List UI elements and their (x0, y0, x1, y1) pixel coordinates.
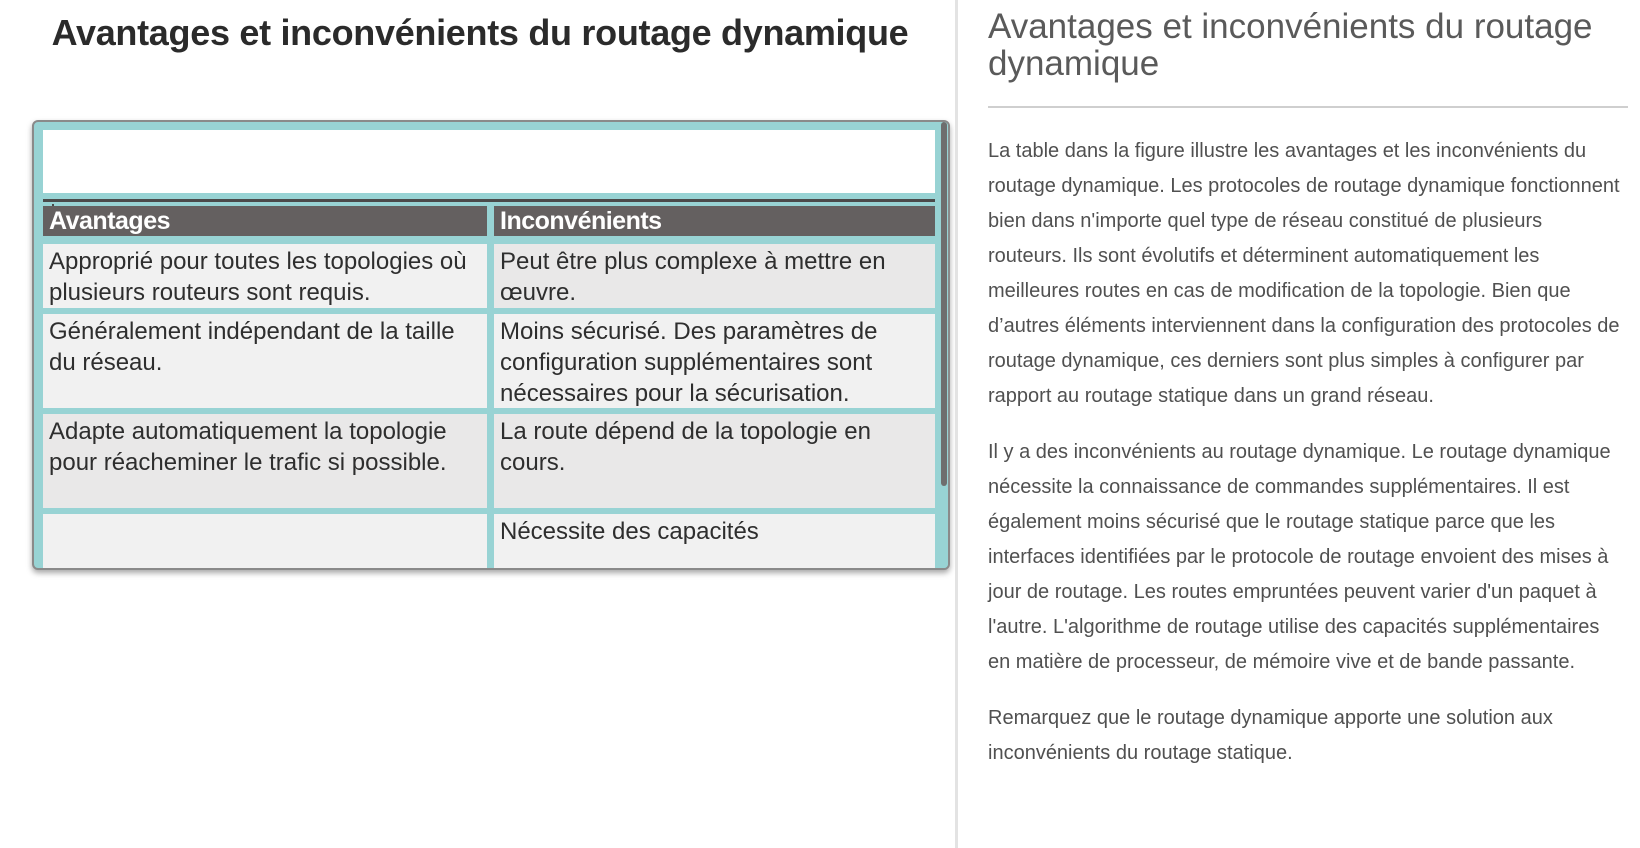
reader-paragraph-3: Remarquez que le routage dynamique appor… (988, 707, 1553, 764)
reader-title-rule (988, 106, 1628, 108)
reader-paragraph-1: La table dans la figure illustre les ava… (988, 140, 1620, 407)
table-cell-disadvantage-1: Peut être plus complexe à mettre en œuvr… (494, 244, 935, 308)
table-cell-advantage-2: Généralement indépendant de la taille du… (43, 314, 487, 408)
table-scrollbar[interactable] (940, 122, 948, 568)
header-divider (43, 199, 935, 202)
table-cell-disadvantage-2: Moins sécurisé. Des paramètres de config… (494, 314, 935, 408)
table-cell-disadvantage-4: Nécessite des capacités (494, 514, 935, 568)
table-cell-advantage-3: Adapte automatiquement la topologie pour… (43, 414, 487, 508)
reader-pane: Avantages et inconvénients du routage dy… (958, 0, 1640, 848)
comparison-table[interactable]: Avantages Inconvénients Approprié pour t… (32, 120, 950, 570)
figure-title: Avantages et inconvénients du routage dy… (51, 12, 909, 53)
reader-body: La table dans la figure illustre les ava… (988, 134, 1624, 792)
table-scrollbar-thumb[interactable] (941, 122, 947, 486)
table-cell-advantage-1: Approprié pour toutes les topologies où … (43, 244, 487, 308)
header-disadvantages: Inconvénients (494, 206, 935, 236)
figure-pane: Avantages et inconvénients du routage dy… (0, 0, 955, 848)
reader-paragraph-2: Il y a des inconvénients au routage dyna… (988, 441, 1611, 673)
header-advantages: Avantages (43, 206, 487, 236)
reader-title: Avantages et inconvénients du routage dy… (988, 7, 1593, 83)
table-cell-disadvantage-3: La route dépend de la topologie en cours… (494, 414, 935, 508)
table-cell-advantage-4 (43, 514, 487, 568)
table-caption-area (43, 130, 935, 193)
